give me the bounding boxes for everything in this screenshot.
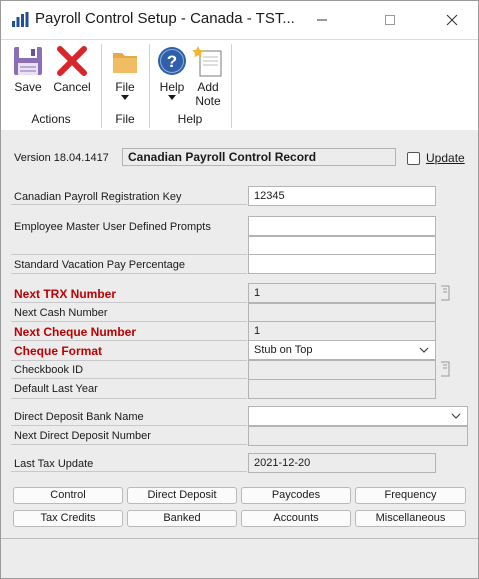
window-title: Payroll Control Setup - Canada - TST... bbox=[35, 10, 295, 27]
title-bar: Payroll Control Setup - Canada - TST... bbox=[1, 1, 478, 39]
cancel-label: Cancel bbox=[53, 80, 91, 94]
checkbook-id-label: Checkbook ID bbox=[14, 364, 84, 376]
next-cheque-field[interactable]: 1 bbox=[248, 321, 436, 341]
save-button[interactable]: Save bbox=[6, 44, 50, 94]
default-last-year-field[interactable] bbox=[248, 379, 436, 399]
cheque-format-value: Stub on Top bbox=[254, 344, 313, 356]
last-tax-update-field: 2021-12-20 bbox=[248, 453, 436, 473]
label-underline bbox=[11, 321, 247, 322]
cancel-icon bbox=[57, 46, 87, 76]
lookup-icon[interactable] bbox=[438, 360, 452, 378]
cheque-format-label: Cheque Format bbox=[14, 344, 103, 358]
label-underline bbox=[11, 204, 247, 205]
cancel-button[interactable]: Cancel bbox=[50, 44, 94, 94]
next-cheque-label: Next Cheque Number bbox=[14, 325, 137, 339]
label-underline bbox=[11, 425, 247, 426]
next-dd-field[interactable] bbox=[248, 426, 468, 446]
vacation-pct-label: Standard Vacation Pay Percentage bbox=[14, 259, 186, 271]
update-label[interactable]: Update bbox=[426, 151, 465, 165]
form-content: Version 18.04.1417 Canadian Payroll Cont… bbox=[1, 130, 478, 578]
file-menu-button[interactable]: File bbox=[103, 44, 147, 100]
lookup-icon[interactable] bbox=[438, 284, 452, 302]
label-underline bbox=[11, 471, 247, 472]
label-underline bbox=[11, 378, 247, 379]
ribbon-toolbar: Save Cancel Actions File File ? Help Add… bbox=[1, 39, 478, 131]
close-button[interactable] bbox=[429, 5, 475, 35]
app-icon bbox=[12, 12, 29, 27]
folder-icon bbox=[113, 53, 137, 73]
tax-credits-button[interactable]: Tax Credits bbox=[13, 510, 123, 527]
banked-button[interactable]: Banked bbox=[127, 510, 237, 527]
next-trx-label: Next TRX Number bbox=[14, 287, 117, 301]
miscellaneous-button[interactable]: Miscellaneous bbox=[355, 510, 466, 527]
add-note-icon bbox=[192, 46, 222, 77]
footer-divider bbox=[1, 538, 478, 539]
paycodes-button[interactable]: Paycodes bbox=[241, 487, 351, 504]
chevron-down-icon bbox=[168, 95, 176, 100]
employee-prompts-label: Employee Master User Defined Prompts bbox=[14, 221, 211, 233]
maximize-icon bbox=[385, 15, 395, 25]
default-last-year-label: Default Last Year bbox=[14, 383, 98, 395]
dd-bank-label: Direct Deposit Bank Name bbox=[14, 411, 144, 423]
frequency-button[interactable]: Frequency bbox=[355, 487, 466, 504]
accounts-button[interactable]: Accounts bbox=[241, 510, 351, 527]
close-icon bbox=[446, 14, 458, 26]
chevron-down-icon bbox=[419, 347, 429, 353]
maximize-button[interactable] bbox=[367, 5, 413, 35]
label-underline bbox=[11, 360, 247, 361]
help-icon: ? bbox=[158, 47, 186, 75]
add-note-button[interactable]: Add Note bbox=[186, 44, 230, 108]
record-title: Canadian Payroll Control Record bbox=[122, 148, 396, 166]
next-cash-label: Next Cash Number bbox=[14, 307, 108, 319]
version-label: Version 18.04.1417 bbox=[14, 152, 109, 164]
group-actions-label: Actions bbox=[31, 112, 71, 126]
minimize-button[interactable] bbox=[299, 5, 345, 35]
save-icon bbox=[14, 47, 42, 75]
last-tax-update-label: Last Tax Update bbox=[14, 458, 94, 470]
label-underline bbox=[11, 340, 247, 341]
add-note-label: Add Note bbox=[195, 80, 221, 108]
minimize-icon bbox=[317, 19, 327, 21]
label-underline bbox=[11, 444, 247, 445]
payroll-control-setup-window: Payroll Control Setup - Canada - TST... … bbox=[0, 0, 479, 579]
next-trx-field[interactable]: 1 bbox=[248, 283, 436, 303]
save-label: Save bbox=[14, 80, 42, 94]
label-underline bbox=[11, 302, 247, 303]
svg-text:?: ? bbox=[167, 52, 177, 71]
direct-deposit-button[interactable]: Direct Deposit bbox=[127, 487, 237, 504]
dd-bank-dropdown[interactable] bbox=[248, 406, 468, 426]
registration-key-field[interactable]: 12345 bbox=[248, 186, 436, 206]
ribbon-divider bbox=[231, 44, 232, 128]
label-underline bbox=[11, 273, 247, 274]
employee-prompt-1-field[interactable] bbox=[248, 216, 436, 236]
registration-key-label: Canadian Payroll Registration Key bbox=[14, 191, 182, 203]
label-underline bbox=[11, 254, 247, 255]
next-dd-label: Next Direct Deposit Number bbox=[14, 430, 151, 442]
label-underline bbox=[11, 398, 247, 399]
chevron-down-icon bbox=[451, 413, 461, 419]
file-label: File bbox=[115, 80, 135, 94]
group-help-label: Help bbox=[177, 112, 203, 126]
ribbon-divider bbox=[101, 44, 102, 128]
vacation-pct-field[interactable] bbox=[248, 254, 436, 274]
update-checkbox[interactable] bbox=[407, 152, 420, 165]
cheque-format-dropdown[interactable]: Stub on Top bbox=[248, 340, 436, 360]
chevron-down-icon bbox=[121, 95, 129, 100]
next-cash-field[interactable] bbox=[248, 303, 436, 323]
employee-prompt-2-field[interactable] bbox=[248, 236, 436, 256]
control-button[interactable]: Control bbox=[13, 487, 123, 504]
group-file-label: File bbox=[115, 112, 135, 126]
checkbook-id-field[interactable] bbox=[248, 360, 436, 380]
